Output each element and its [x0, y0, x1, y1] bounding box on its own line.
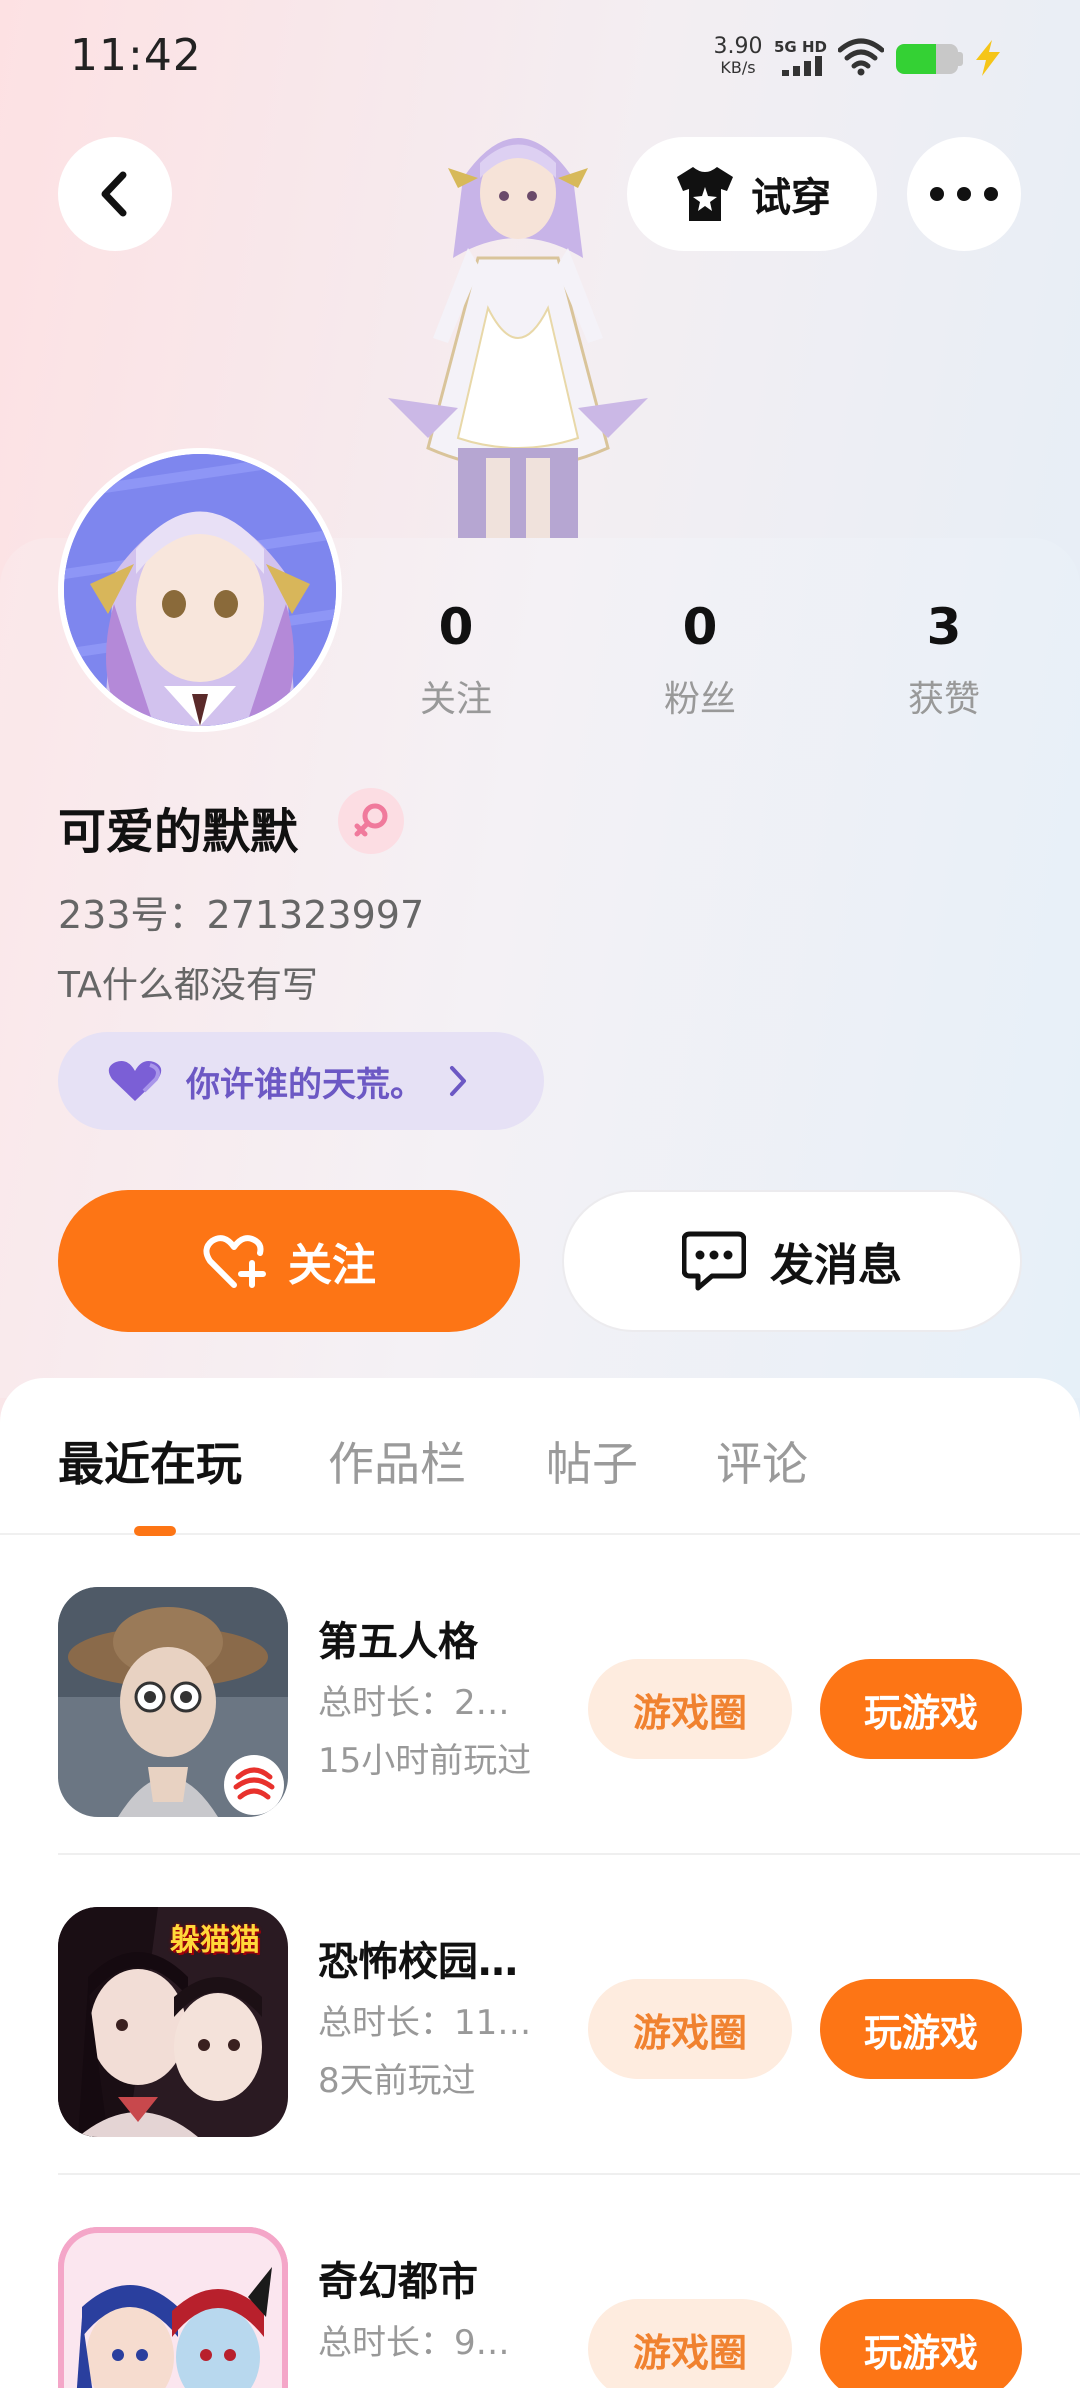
tab-works[interactable]: 作品栏 [328, 1428, 466, 1494]
gender-badge [338, 788, 404, 854]
try-on-label: 试穿 [751, 175, 831, 221]
profile-page: 11:42 3.90 KB/s 5G HD 试穿 0 关注 0 粉丝 3 获赞 … [0, 0, 1080, 2388]
network-speed-value: 3.90 [713, 34, 763, 59]
back-chevron-icon [101, 171, 127, 217]
more-dots-icon [930, 187, 998, 201]
relationship-tag[interactable]: 你许谁的天荒。 [58, 1032, 544, 1130]
stat-label: 粉丝 [663, 679, 736, 720]
tab-recently-played[interactable]: 最近在玩 [58, 1428, 242, 1494]
stat-following[interactable]: 0 关注 [356, 598, 556, 722]
game-last-played: 15小时前玩过 [318, 1741, 532, 1781]
stat-label: 关注 [419, 679, 492, 720]
tab-comments[interactable]: 评论 [716, 1428, 808, 1494]
bio: TA什么都没有写 [58, 965, 318, 1006]
game-circle-button[interactable]: 游戏圈 [588, 2299, 792, 2388]
game-last-played: 8天前玩过 [318, 2061, 476, 2101]
network-type-label: 5G HD [774, 38, 827, 56]
more-options-button[interactable] [907, 137, 1021, 251]
heart-plus-icon [203, 1235, 266, 1288]
content-section: 最近在玩 作品栏 帖子 评论 第五人格 总时长：2… 15小时前玩过 游戏圈 玩… [0, 1378, 1080, 2388]
send-message-button[interactable]: 发消息 [562, 1190, 1022, 1332]
signal-icon [782, 56, 822, 76]
battery-fill [896, 44, 937, 74]
game-duration: 总时长：2… [318, 1683, 510, 1723]
character-model-image[interactable] [368, 108, 668, 540]
list-item[interactable]: 第五人格 总时长：2… 15小时前玩过 游戏圈 玩游戏 [0, 1535, 1080, 1855]
relationship-tag-text: 你许谁的天荒。 [186, 1064, 424, 1105]
game-circle-button[interactable]: 游戏圈 [588, 1979, 792, 2079]
play-game-button[interactable]: 玩游戏 [820, 1659, 1022, 1759]
heart-icon [108, 1061, 162, 1101]
follow-button[interactable]: 关注 [58, 1190, 520, 1332]
send-message-label: 发消息 [770, 1240, 902, 1291]
game-icon-image [58, 1587, 288, 1817]
status-time: 11:42 [70, 30, 202, 81]
network-speed: 3.90 KB/s [708, 36, 768, 76]
charging-icon [976, 40, 1000, 76]
game-duration: 总时长：11… [318, 2003, 532, 2043]
female-gender-icon [354, 803, 388, 837]
nickname: 可爱的默默 [58, 804, 299, 860]
stat-value: 0 [438, 598, 474, 656]
game-circle-button[interactable]: 游戏圈 [588, 1659, 792, 1759]
game-name: 第五人格 [318, 1619, 478, 1665]
list-item[interactable]: 奇幻都市 总时长：9… 游戏圈 玩游戏 [0, 2175, 1080, 2388]
chevron-right-icon [450, 1066, 466, 1096]
tshirt-icon [677, 167, 733, 221]
back-button[interactable] [58, 137, 172, 251]
stat-value: 0 [682, 598, 718, 656]
follow-label: 关注 [288, 1240, 376, 1291]
stat-fans[interactable]: 0 粉丝 [600, 598, 800, 722]
battery-icon [896, 44, 958, 74]
account-id: 233号：271323997 [58, 893, 425, 937]
play-game-button[interactable]: 玩游戏 [820, 2299, 1022, 2388]
try-on-button[interactable]: 试穿 [627, 137, 877, 251]
game-duration: 总时长：9… [318, 2323, 510, 2363]
tab-posts[interactable]: 帖子 [546, 1428, 638, 1494]
game-name: 恐怖校园… [318, 1939, 518, 1985]
avatar-image [64, 454, 336, 726]
chat-bubble-icon [682, 1231, 746, 1291]
stat-value: 3 [926, 598, 962, 656]
stat-likes[interactable]: 3 获赞 [844, 598, 1044, 722]
avatar[interactable] [58, 448, 342, 732]
game-name: 奇幻都市 [318, 2259, 478, 2305]
stat-label: 获赞 [907, 679, 980, 720]
battery-tip [958, 52, 963, 66]
game-icon-image [58, 2227, 288, 2388]
game-icon-image: 躲猫猫 [58, 1907, 288, 2137]
play-game-button[interactable]: 玩游戏 [820, 1979, 1022, 2079]
tab-bar: 最近在玩 作品栏 帖子 评论 [0, 1378, 1080, 1536]
list-item[interactable]: 躲猫猫 恐怖校园… 总时长：11… 8天前玩过 游戏圈 玩游戏 [0, 1855, 1080, 2175]
wifi-icon [838, 38, 884, 76]
network-speed-unit: KB/s [720, 58, 756, 77]
game-icon-badge-text: 躲猫猫 [170, 1923, 260, 1958]
status-bar: 11:42 3.90 KB/s 5G HD [0, 0, 1080, 115]
